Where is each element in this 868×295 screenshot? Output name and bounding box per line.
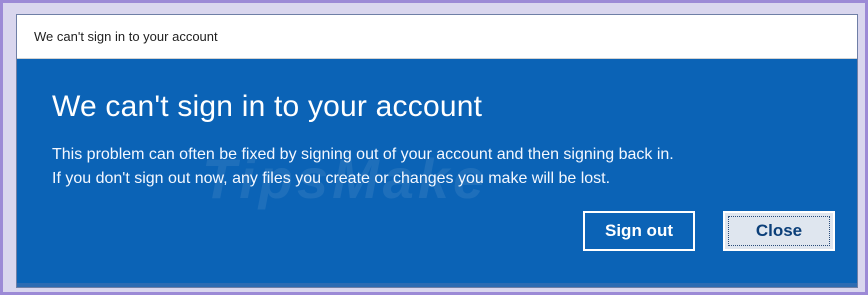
message-line-1: This problem can often be fixed by signi… (52, 146, 674, 163)
bottom-accent-strip (17, 283, 857, 287)
dialog-message: This problem can often be fixed by signi… (52, 143, 674, 191)
window-title: We can't sign in to your account (34, 29, 218, 44)
close-button[interactable]: Close (723, 211, 835, 251)
message-line-2: If you don't sign out now, any files you… (52, 170, 611, 187)
sign-in-error-window: We can't sign in to your account TipsMak… (17, 15, 857, 287)
screenshot-frame: We can't sign in to your account TipsMak… (0, 0, 868, 295)
dialog-buttons: Sign out Close (583, 211, 835, 251)
dialog-content: TipsMake We can't sign in to your accoun… (17, 59, 857, 287)
dialog-heading: We can't sign in to your account (52, 90, 483, 123)
sign-out-button[interactable]: Sign out (583, 211, 695, 251)
title-bar: We can't sign in to your account (17, 15, 857, 59)
